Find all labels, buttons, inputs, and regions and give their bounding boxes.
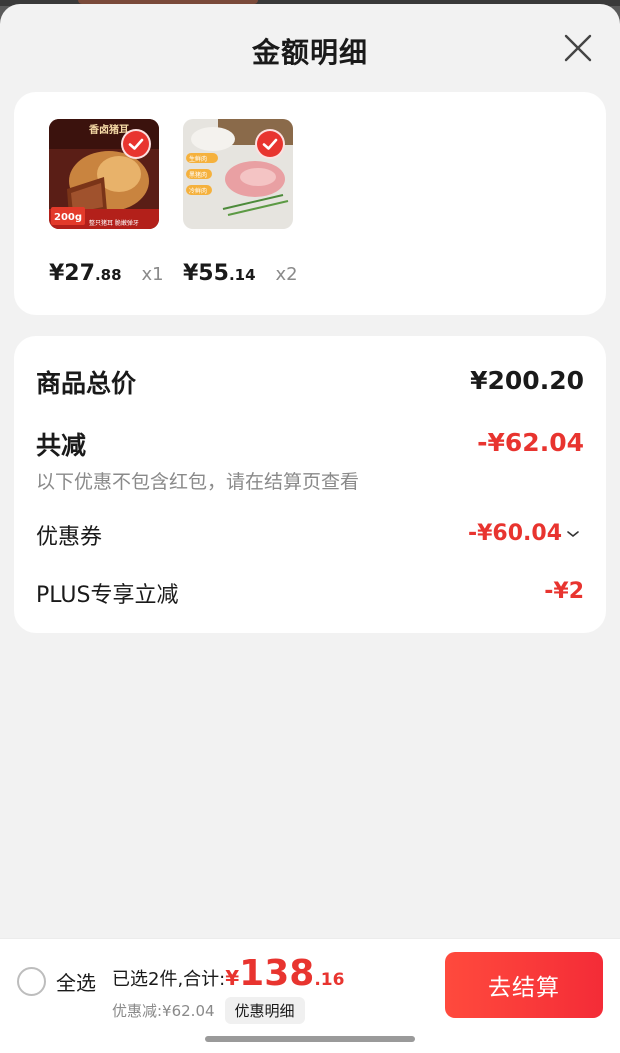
product-quantity: x1 [141,264,164,285]
plus-discount-row: PLUS专享立减 -¥2 [36,577,584,608]
product-price-row: ¥27 .88 x1 [49,261,169,286]
checkout-button[interactable]: 去结算 [445,952,603,1018]
sheet-title: 金额明细 [251,36,368,69]
amount-detail-sheet: 金额明细 香卤猪耳 200g 整只猪耳 脆嫩弹牙 ¥27 .88 x1 生鲜肉 … [0,4,620,1053]
total-reduction-label: 共减 [36,431,87,460]
product-quantity: x2 [275,264,298,285]
total-amount-decimal: .16 [314,970,345,990]
coupon-value[interactable]: -¥60.04 [468,521,580,546]
product-image-tag: 黑猪肉 [189,171,207,179]
chevron-down-icon [567,530,579,537]
coupon-label: 优惠券 [36,525,103,550]
total-reduction-value: -¥62.04 [477,428,584,457]
checkmark-icon [128,138,144,150]
product-price: ¥27 [49,261,95,286]
select-all-label: 全选 [56,971,96,995]
total-price-value: ¥200.20 [470,366,584,395]
product-image-badge: 200g [54,212,82,223]
total-reduction-row: 共减 -¥62.04 [36,426,584,462]
discount-summary: 优惠减:¥62.04 优惠明细 [112,997,305,1024]
plus-discount-label: PLUS专享立减 [36,583,179,608]
products-card: 香卤猪耳 200g 整只猪耳 脆嫩弹牙 ¥27 .88 x1 生鲜肉 黑猪肉 冷… [14,92,606,315]
product-price-decimal: .88 [94,266,122,284]
select-all-radio[interactable] [17,967,46,996]
discount-detail-button[interactable]: 优惠明细 [224,997,305,1024]
total-price-row: 商品总价 ¥200.20 [36,364,584,400]
sheet-header: 金额明细 [0,4,620,92]
product-image-tags: 整只猪耳 脆嫩弹牙 [89,219,139,227]
close-button[interactable] [562,32,594,64]
discount-note: 以下优惠不包含红包，请在结算页查看 [36,471,360,493]
selected-check-badge[interactable] [121,129,151,159]
product-item[interactable]: 香卤猪耳 200g 整只猪耳 脆嫩弹牙 ¥27 .88 x1 [49,119,169,286]
product-item[interactable]: 生鲜肉 黑猪肉 冷鲜肉 ¥55 .14 x2 [183,119,303,286]
product-image-tag: 冷鲜肉 [189,187,207,195]
total-price-label: 商品总价 [36,369,137,398]
currency-symbol: ¥ [225,966,240,990]
product-thumbnail[interactable]: 生鲜肉 黑猪肉 冷鲜肉 [183,119,293,229]
close-icon [564,34,592,62]
total-amount: 138 [239,953,315,994]
product-price-decimal: .14 [228,266,256,284]
plus-discount-value: -¥2 [544,579,584,604]
selected-count-text: 已选2件,合计: [112,969,226,990]
coupon-row[interactable]: 优惠券 -¥60.04 [36,519,584,550]
discount-total-text: 优惠减:¥62.04 [112,1002,215,1020]
checkmark-icon [262,138,278,150]
selected-check-badge[interactable] [255,129,285,159]
price-summary-card: 商品总价 ¥200.20 共减 -¥62.04 以下优惠不包含红包，请在结算页查… [14,336,606,633]
selected-total: 已选2件,合计: ¥ 138 .16 [112,953,344,994]
home-indicator[interactable] [205,1036,415,1042]
product-thumbnail[interactable]: 香卤猪耳 200g 整只猪耳 脆嫩弹牙 [49,119,159,229]
product-price: ¥55 [183,261,229,286]
checkout-bar: 全选 已选2件,合计: ¥ 138 .16 优惠减:¥62.04 优惠明细 去结… [0,938,620,1053]
select-all-toggle[interactable]: 全选 [17,967,96,996]
product-price-row: ¥55 .14 x2 [183,261,303,286]
coupon-amount: -¥60.04 [467,521,562,546]
product-image-tag: 生鲜肉 [189,155,207,163]
